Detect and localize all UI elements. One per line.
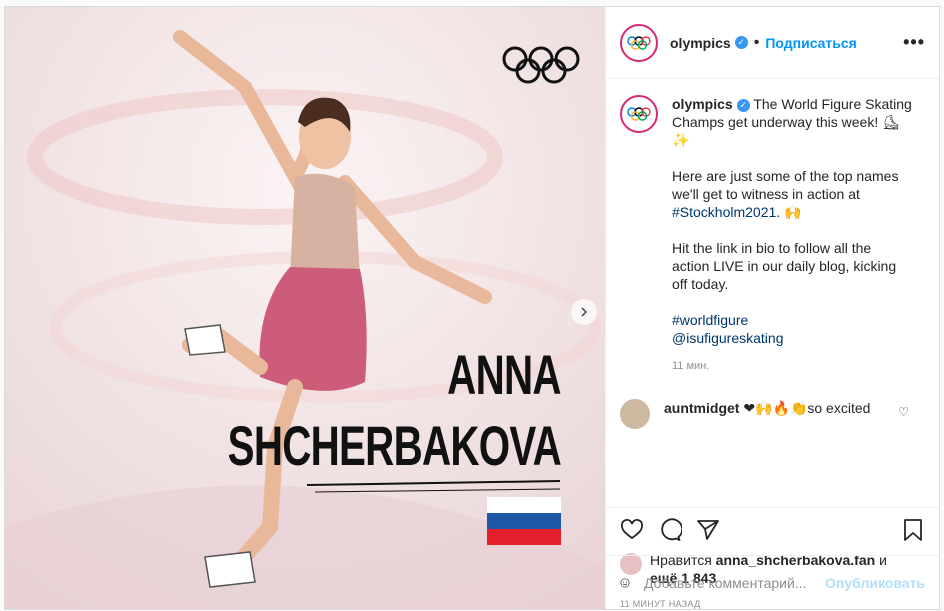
- comment-username[interactable]: auntmidget: [664, 400, 739, 416]
- post-image[interactable]: ANNA SHCHERBAKOVA: [5, 7, 605, 609]
- russia-flag: [487, 497, 561, 545]
- caption-avatar[interactable]: [620, 95, 658, 133]
- next-slide-button[interactable]: [571, 299, 597, 325]
- post-side-panel: olympics ✓ • Подписаться ••• olympics ✓ T…: [605, 7, 939, 609]
- save-button[interactable]: [901, 518, 925, 542]
- caption-line3: Hit the link in bio to follow all the ac…: [672, 240, 897, 292]
- comment-bubble-icon: [661, 517, 682, 541]
- comment-item: auntmidget ❤🙌🔥👏so excited: [620, 399, 925, 429]
- hashtag-worldfigure[interactable]: #worldfigure: [672, 311, 912, 329]
- more-options-icon[interactable]: •••: [903, 32, 925, 53]
- athlete-first-name: ANNA: [447, 343, 561, 406]
- add-comment-bar: Опубликовать: [606, 555, 939, 609]
- caption-time[interactable]: 11 мин.: [672, 357, 912, 375]
- comment-button[interactable]: [658, 517, 682, 542]
- emoji-icon[interactable]: [620, 571, 630, 595]
- caption-username[interactable]: olympics: [672, 96, 733, 112]
- illustration: [5, 7, 605, 609]
- publish-button[interactable]: Опубликовать: [825, 575, 925, 591]
- bookmark-icon: [904, 518, 922, 541]
- like-comment-heart-icon[interactable]: ♡: [898, 405, 909, 419]
- comments-section[interactable]: olympics ✓ The World Figure Skating Champ…: [606, 79, 939, 507]
- separator-dot: •: [753, 33, 760, 51]
- action-bar: [606, 507, 939, 551]
- verified-badge-icon: ✓: [734, 36, 748, 49]
- chevron-right-icon: [581, 307, 588, 317]
- olympic-rings-icon: [627, 35, 651, 50]
- username[interactable]: olympics: [670, 35, 731, 51]
- caption: olympics ✓ The World Figure Skating Champ…: [620, 95, 925, 375]
- comment-text: auntmidget ❤🙌🔥👏so excited: [664, 399, 874, 417]
- post-header: olympics ✓ • Подписаться •••: [606, 7, 939, 79]
- mention-isu[interactable]: @isufigureskating: [672, 329, 912, 347]
- caption-text: olympics ✓ The World Figure Skating Champ…: [672, 95, 912, 375]
- verified-badge-icon: ✓: [736, 99, 750, 112]
- avatar[interactable]: [620, 23, 658, 62]
- hashtag-stockholm[interactable]: #Stockholm2021: [672, 204, 776, 220]
- olympic-rings-icon: [627, 107, 651, 121]
- heart-icon: [621, 518, 643, 539]
- like-button[interactable]: [620, 518, 644, 542]
- athlete-last-name: SHCHERBAKOVA: [227, 414, 562, 477]
- comment-input[interactable]: [644, 574, 826, 591]
- comment-body: ❤🙌🔥👏so excited: [743, 400, 871, 416]
- caption-line2: Here are just some of the top names we'l…: [672, 168, 899, 202]
- caption-line2-end: . 🙌: [776, 204, 802, 220]
- paper-plane-icon: [697, 519, 719, 540]
- follow-button[interactable]: Подписаться: [765, 35, 857, 51]
- post-dialog: ANNA SHCHERBAKOVA olympics ✓ • Подписать…: [4, 6, 940, 610]
- commenter-avatar[interactable]: [620, 399, 650, 429]
- share-button[interactable]: [696, 518, 720, 542]
